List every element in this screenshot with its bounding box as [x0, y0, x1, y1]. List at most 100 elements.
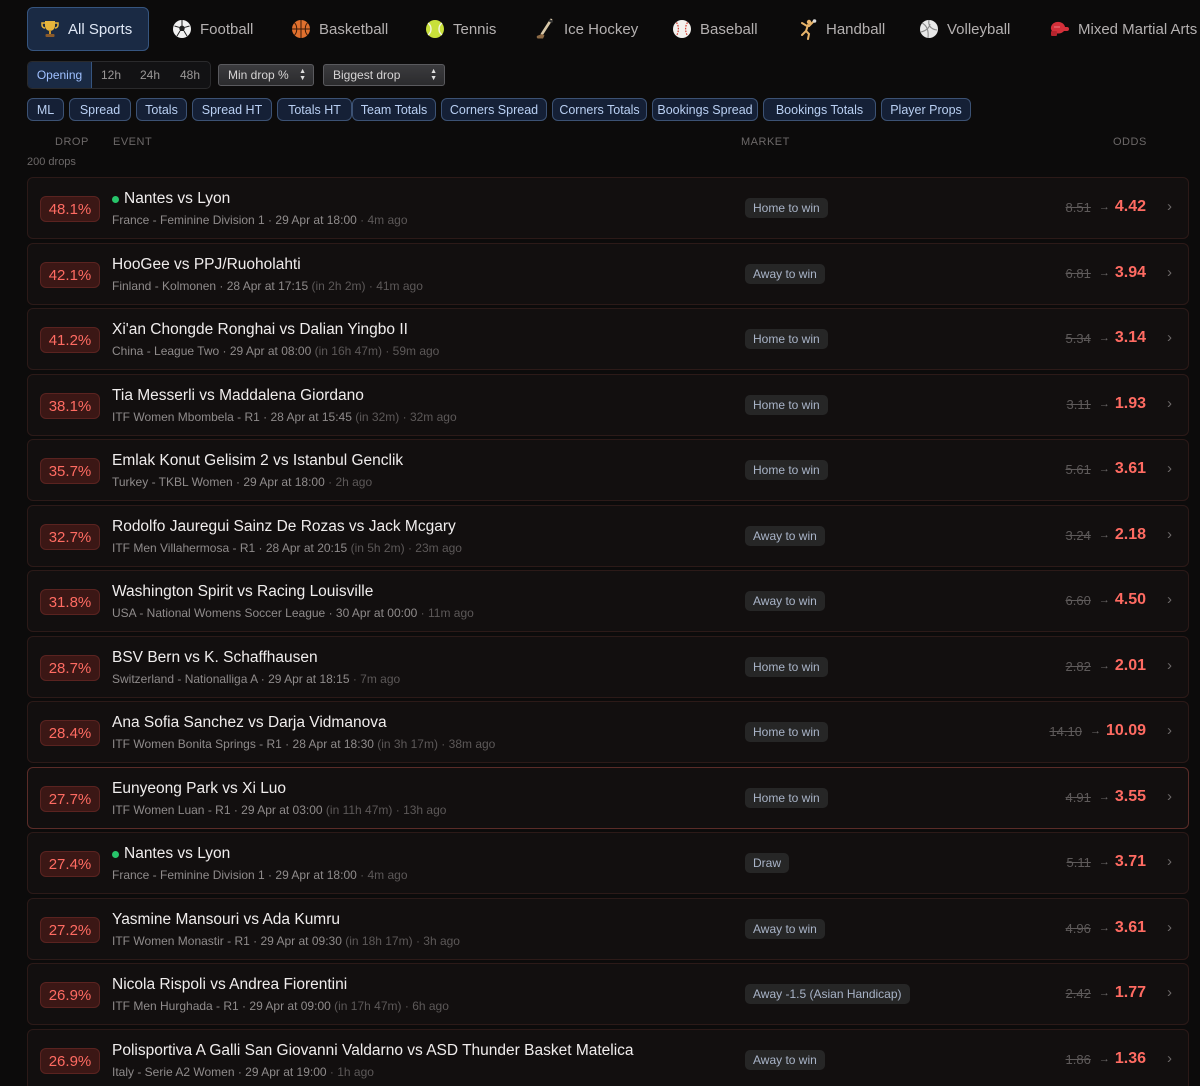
- market-chip-bookings-totals[interactable]: Bookings Totals: [763, 98, 876, 121]
- chevron-right-icon[interactable]: ›: [1167, 526, 1172, 543]
- sport-tab-volleyball[interactable]: Volleyball: [907, 7, 1022, 51]
- drop-row[interactable]: 42.1% HooGee vs PPJ/Ruoholahti Finland - K…: [27, 243, 1189, 305]
- market-chip-totals[interactable]: Totals: [136, 98, 187, 121]
- event-league: ITF Men Hurghada - R1: [112, 999, 239, 1013]
- chevron-right-icon[interactable]: ›: [1167, 657, 1172, 674]
- market-pill: Home to win: [745, 657, 828, 677]
- odds-change: 2.82 → 2.01: [1066, 657, 1146, 675]
- meta-separator: ·: [216, 279, 227, 293]
- chevron-right-icon[interactable]: ›: [1167, 1050, 1172, 1067]
- new-odds: 1.36: [1114, 1050, 1146, 1067]
- drop-percent-badge: 31.8%: [40, 589, 100, 615]
- chevron-right-icon[interactable]: ›: [1167, 919, 1172, 936]
- sport-tab-all-sports[interactable]: All Sports: [27, 7, 149, 51]
- arrow-right-icon: →: [1098, 922, 1110, 934]
- column-header-event[interactable]: EVENT: [113, 136, 152, 148]
- event-title: BSV Bern vs K. Schaffhausen: [112, 649, 318, 667]
- market-pill: Away to win: [745, 591, 825, 611]
- drop-row[interactable]: 27.7% Eunyeong Park vs Xi Luo ITF Women Lu…: [27, 767, 1189, 829]
- select-arrows-icon: ▲ ▼: [430, 68, 437, 82]
- chevron-right-icon[interactable]: ›: [1167, 329, 1172, 346]
- old-odds: 3.24: [1065, 527, 1091, 543]
- chevron-right-icon[interactable]: ›: [1167, 722, 1172, 739]
- event-countdown: (in 3h 17m): [374, 737, 438, 751]
- drop-row[interactable]: 26.9% Polisportiva A Galli San Giovanni V…: [27, 1029, 1189, 1086]
- drop-percent-badge: 27.7%: [40, 786, 100, 812]
- drop-percent-badge: 28.7%: [40, 655, 100, 681]
- market-chip-spread[interactable]: Spread: [69, 98, 131, 121]
- sport-tab-basketball[interactable]: Basketball: [279, 7, 400, 51]
- market-chip-player-props[interactable]: Player Props: [881, 98, 971, 121]
- sport-tab-ice-hockey[interactable]: Ice Hockey: [522, 7, 650, 51]
- countdown-text: (in 11h 47m): [325, 803, 393, 817]
- odds-change: 3.11 → 1.93: [1067, 395, 1146, 413]
- sport-tab-football[interactable]: Football: [160, 7, 265, 51]
- drop-percent-badge: 48.1%: [40, 196, 100, 222]
- time-filter-48h[interactable]: 48h: [170, 62, 210, 88]
- event-title: Washington Spirit vs Racing Louisville: [112, 583, 373, 601]
- event-time: 29 Apr at 03:00: [241, 803, 323, 817]
- market-chip-team-totals[interactable]: Team Totals: [352, 98, 436, 121]
- event-name: Rodolfo Jauregui Sainz De Rozas vs Jack …: [112, 518, 456, 535]
- event-league: Italy - Serie A2 Women: [112, 1065, 235, 1079]
- event-title: Eunyeong Park vs Xi Luo: [112, 780, 286, 798]
- drop-row[interactable]: 38.1% Tia Messerli vs Maddalena Giordano I…: [27, 374, 1189, 436]
- event-title: Tia Messerli vs Maddalena Giordano: [112, 387, 364, 405]
- column-header-drop[interactable]: DROP: [55, 136, 89, 148]
- new-odds: 3.94: [1114, 264, 1146, 281]
- old-odds: 6.81: [1065, 265, 1091, 281]
- time-filter-12h[interactable]: 12h: [92, 62, 130, 88]
- market-chip-ml[interactable]: ML: [27, 98, 64, 121]
- odds-change: 14.10 → 10.09: [1049, 722, 1146, 740]
- event-time: 29 Apr at 09:00: [249, 999, 331, 1013]
- event-name: Eunyeong Park vs Xi Luo: [112, 780, 287, 797]
- drop-row[interactable]: 35.7% Emlak Konut Gelisim 2 vs Istanbul G…: [27, 439, 1189, 501]
- event-meta: France - Feminine Division 1 · 29 Apr at…: [112, 213, 408, 227]
- chevron-right-icon[interactable]: ›: [1167, 198, 1172, 215]
- event-meta: ITF Women Luan - R1 · 29 Apr at 03:00 (i…: [112, 803, 446, 817]
- drop-row[interactable]: 32.7% Rodolfo Jauregui Sainz De Rozas vs …: [27, 505, 1189, 567]
- column-header-market[interactable]: MARKET: [741, 136, 790, 148]
- market-chip-corners-totals[interactable]: Corners Totals: [552, 98, 647, 121]
- new-odds: 3.55: [1114, 788, 1146, 805]
- drop-row[interactable]: 26.9% Nicola Rispoli vs Andrea Fiorentini…: [27, 963, 1189, 1025]
- live-indicator-icon: [112, 195, 119, 203]
- event-meta: Italy - Serie A2 Women · 29 Apr at 19:00…: [112, 1065, 374, 1079]
- drop-row[interactable]: 48.1% Nantes vs Lyon France - Feminine Div…: [27, 177, 1189, 239]
- odds-change: 4.91 → 3.55: [1066, 788, 1146, 806]
- drop-row[interactable]: 28.7% BSV Bern vs K. Schaffhausen Switzerl…: [27, 636, 1189, 698]
- chevron-right-icon[interactable]: ›: [1167, 984, 1172, 1001]
- drop-row[interactable]: 41.2% Xi'an Chongde Ronghai vs Dalian Yin…: [27, 308, 1189, 370]
- sport-tab-handball[interactable]: Handball: [784, 7, 897, 51]
- sport-tab-mixed-martial-arts[interactable]: Mixed Martial Arts: [1036, 7, 1200, 51]
- event-name: BSV Bern vs K. Schaffhausen: [112, 649, 318, 666]
- event-updated-ago: 2h ago: [335, 475, 373, 489]
- chevron-right-icon[interactable]: ›: [1167, 264, 1172, 281]
- market-chip-bookings-spread[interactable]: Bookings Spread: [652, 98, 758, 121]
- chevron-right-icon[interactable]: ›: [1167, 395, 1172, 412]
- time-filter-24h[interactable]: 24h: [130, 62, 170, 88]
- odds-change: 6.81 → 3.94: [1066, 264, 1146, 282]
- event-title: Polisportiva A Galli San Giovanni Valdar…: [112, 1042, 634, 1060]
- chevron-right-icon[interactable]: ›: [1167, 853, 1172, 870]
- market-chip-spread-ht[interactable]: Spread HT: [192, 98, 272, 121]
- drop-row[interactable]: 27.2% Yasmine Mansouri vs Ada Kumru ITF Wo…: [27, 898, 1189, 960]
- drop-row[interactable]: 27.4% Nantes vs Lyon France - Feminine Div…: [27, 832, 1189, 894]
- sort-select[interactable]: Biggest drop ▲ ▼: [323, 64, 445, 86]
- drop-row[interactable]: 28.4% Ana Sofia Sanchez vs Darja Vidmanov…: [27, 701, 1189, 763]
- column-header-odds[interactable]: ODDS: [1113, 136, 1147, 148]
- sport-tab-baseball[interactable]: Baseball: [660, 7, 770, 51]
- drop-row[interactable]: 31.8% Washington Spirit vs Racing Louisvi…: [27, 570, 1189, 632]
- soccer-ball-icon: [172, 19, 192, 39]
- chevron-right-icon[interactable]: ›: [1167, 788, 1172, 805]
- old-odds: 14.10: [1049, 723, 1082, 739]
- min-drop-select[interactable]: Min drop % ▲ ▼: [218, 64, 314, 86]
- time-filter-opening[interactable]: Opening: [28, 62, 92, 88]
- chevron-right-icon[interactable]: ›: [1167, 591, 1172, 608]
- market-chip-corners-spread[interactable]: Corners Spread: [441, 98, 547, 121]
- sport-tab-tennis[interactable]: Tennis: [413, 7, 508, 51]
- sports-tab-bar: All Sports Football Basketball Tennis Ice Ho…: [0, 0, 1200, 58]
- chevron-right-icon[interactable]: ›: [1167, 460, 1172, 477]
- event-name: Xi'an Chongde Ronghai vs Dalian Yingbo I…: [112, 321, 408, 338]
- market-chip-totals-ht[interactable]: Totals HT: [277, 98, 352, 121]
